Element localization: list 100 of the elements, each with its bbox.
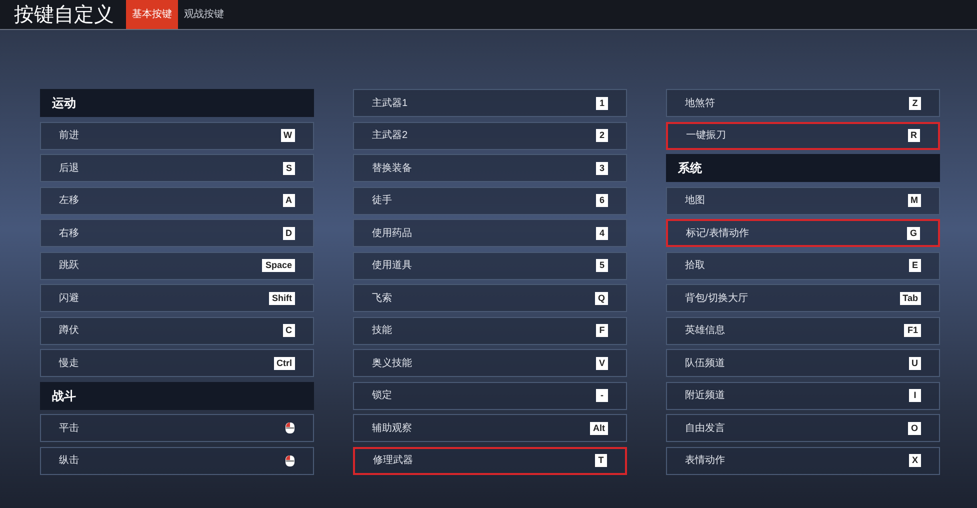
mouse-icon [285, 454, 295, 466]
keybind-row[interactable]: 慢走 Ctrl [40, 349, 314, 377]
action-label: 拾取 [685, 259, 705, 273]
action-label: 地煞符 [685, 96, 715, 110]
action-label: 使用药品 [372, 226, 412, 240]
keybind-row[interactable]: 技能 F [353, 316, 627, 344]
action-label: 主武器1 [372, 96, 408, 110]
keybind-row[interactable]: 蹲伏 C [40, 316, 314, 344]
keybind-row[interactable]: 英雄信息 F1 [666, 316, 940, 344]
key-cap: O [908, 422, 921, 434]
keybind-row[interactable]: 修理武器 T [353, 446, 627, 474]
key-cap: C [282, 324, 295, 337]
tab[interactable]: 基本按键 [126, 0, 178, 29]
key-cap: E [908, 259, 921, 272]
action-label: 一键振刀 [686, 128, 726, 143]
section-header: 系统 [666, 154, 940, 182]
action-label: 跳跃 [59, 258, 79, 273]
key-cap: 5 [596, 259, 608, 272]
key-cap: F [596, 324, 608, 337]
key-cap: Alt [590, 422, 608, 434]
action-label: 前进 [59, 128, 79, 143]
section-header: 战斗 [40, 382, 314, 410]
key-cap: T [595, 454, 607, 467]
key-cap: A [282, 194, 295, 207]
keybind-row[interactable]: 附近频道 I [666, 382, 940, 410]
keybind-row[interactable]: 使用药品 4 [353, 219, 627, 247]
key-cap: 1 [596, 96, 608, 110]
keybind-row[interactable]: 主武器2 2 [353, 122, 627, 150]
keybind-row[interactable]: 纵击 [40, 446, 314, 474]
keybind-row[interactable]: 一键振刀 R [666, 122, 940, 150]
key-cap: - [596, 389, 608, 402]
keybind-row[interactable]: 右移 D [40, 219, 314, 247]
section-header: 运动 [40, 89, 314, 117]
keybind-row[interactable]: 辅助观察 Alt [353, 414, 627, 442]
keybind-row[interactable]: 主武器1 1 [353, 89, 627, 117]
action-label: 替换装备 [372, 162, 412, 176]
keybind-row[interactable]: 背包/切换大厅 Tab [666, 284, 940, 312]
keybind-row[interactable]: 闪避 Shift [40, 284, 314, 312]
action-label: 闪避 [59, 292, 79, 306]
keybind-row[interactable]: 徒手 6 [353, 186, 627, 214]
action-label: 标记/表情动作 [686, 226, 749, 240]
action-label: 飞索 [372, 292, 392, 306]
keybind-row[interactable]: 替换装备 3 [353, 154, 627, 182]
action-label: 队伍频道 [685, 356, 725, 370]
key-cap: 3 [596, 162, 608, 174]
action-label: 右移 [59, 226, 79, 240]
key-cap: 6 [596, 194, 608, 207]
action-label: 修理武器 [373, 454, 413, 468]
key-cap: Space [262, 259, 295, 272]
key-cap: Ctrl [274, 356, 295, 370]
key-cap: 4 [596, 226, 608, 240]
key-cap: S [282, 162, 295, 174]
keybind-row[interactable]: 队伍频道 U [666, 349, 940, 377]
key-cap: R [908, 129, 920, 142]
action-label: 平击 [59, 422, 79, 436]
mouse-icon [285, 422, 295, 434]
action-label: 蹲伏 [59, 324, 79, 338]
action-label: 左移 [59, 194, 79, 208]
tab[interactable]: 观战按键 [178, 0, 230, 29]
keybind-row[interactable]: 飞索 Q [353, 284, 627, 312]
action-label: 后退 [59, 162, 79, 176]
key-cap: M [908, 194, 921, 207]
action-label: 徒手 [372, 194, 392, 208]
action-label: 纵击 [59, 454, 79, 468]
keybind-row[interactable]: 跳跃 Space [40, 252, 314, 280]
action-label: 表情动作 [685, 454, 725, 468]
key-cap: X [908, 454, 921, 467]
keybind-row[interactable]: 标记/表情动作 G [666, 219, 940, 247]
key-cap: G [906, 226, 920, 240]
keybind-row[interactable]: 使用道具 5 [353, 252, 627, 280]
keybind-row[interactable]: 地图 M [666, 186, 940, 214]
key-cap: D [282, 226, 295, 240]
key-cap: Q [594, 292, 608, 304]
action-label: 锁定 [372, 388, 392, 403]
key-cap: 2 [596, 129, 608, 142]
key-cap: Z [909, 96, 921, 110]
keybind-row[interactable]: 自由发言 O [666, 414, 940, 442]
action-label: 自由发言 [685, 422, 725, 436]
keybind-row[interactable]: 奥义技能 V [353, 349, 627, 377]
action-label: 辅助观察 [372, 422, 412, 436]
action-label: 地图 [685, 194, 705, 208]
keybind-row[interactable]: 表情动作 X [666, 446, 940, 474]
action-label: 使用道具 [372, 259, 412, 273]
keybind-row[interactable]: 拾取 E [666, 252, 940, 280]
keybind-row[interactable]: 地煞符 Z [666, 89, 940, 117]
action-label: 主武器2 [372, 128, 408, 143]
keybind-row[interactable]: 前进 W [40, 122, 314, 150]
action-label: 附近频道 [685, 388, 725, 403]
key-cap: Tab [900, 292, 921, 304]
key-cap: U [908, 356, 921, 370]
keybind-row[interactable]: 左移 A [40, 186, 314, 214]
key-cap: I [909, 389, 921, 402]
action-label: 技能 [372, 324, 392, 338]
action-label: 慢走 [59, 356, 79, 370]
keybind-row[interactable]: 后退 S [40, 154, 314, 182]
action-label: 背包/切换大厅 [685, 292, 748, 306]
action-label: 奥义技能 [372, 356, 412, 370]
key-cap: V [596, 356, 608, 370]
keybind-row[interactable]: 平击 [40, 414, 314, 442]
keybind-row[interactable]: 锁定 - [353, 382, 627, 410]
